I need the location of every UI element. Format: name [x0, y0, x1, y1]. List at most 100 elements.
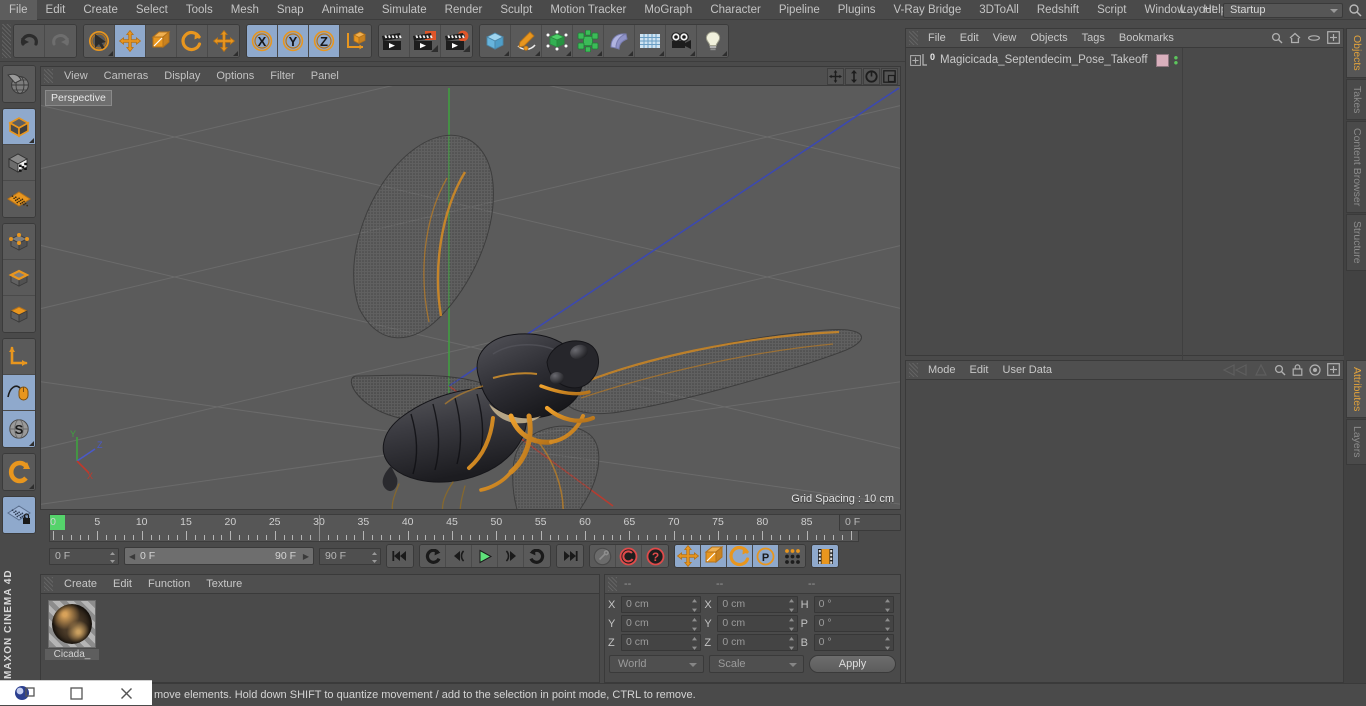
rotate-tool[interactable] [177, 24, 208, 57]
previous-keyframe-button[interactable] [420, 545, 446, 567]
material-menu-edit[interactable]: Edit [105, 575, 140, 594]
right-tab-objects[interactable]: Objects [1346, 28, 1366, 78]
object-menu-view[interactable]: View [986, 29, 1024, 48]
add-light-button[interactable] [697, 24, 728, 57]
world-object-coordinates[interactable] [340, 24, 371, 57]
attributes-menu-user-data[interactable]: User Data [996, 361, 1060, 380]
search-icon[interactable] [1274, 364, 1286, 376]
right-nav-icon[interactable] [1254, 363, 1268, 376]
autokeying-button[interactable] [616, 545, 642, 567]
search-icon[interactable] [1271, 32, 1283, 44]
viewport-menu-filter[interactable]: Filter [262, 67, 302, 86]
menu-item-pipeline[interactable]: Pipeline [770, 0, 829, 20]
menu-item-snap[interactable]: Snap [268, 0, 313, 20]
viewport-solo-button[interactable] [3, 375, 35, 411]
add-scene-object-button[interactable] [604, 24, 635, 57]
menu-item-create[interactable]: Create [74, 0, 127, 20]
close-icon[interactable] [101, 681, 152, 706]
object-menu-file[interactable]: File [921, 29, 953, 48]
menu-item-simulate[interactable]: Simulate [373, 0, 436, 20]
app-icon[interactable] [0, 681, 51, 706]
menu-item-tools[interactable]: Tools [177, 0, 222, 20]
menu-item-3dtoall[interactable]: 3DToAll [970, 0, 1028, 20]
right-tab-takes[interactable]: Takes [1346, 78, 1366, 121]
undo-view-button[interactable] [3, 454, 35, 490]
slider-right-arrow-icon[interactable]: ▶ [303, 552, 309, 561]
minimize-icon[interactable] [51, 681, 102, 706]
spinner-icon[interactable] [788, 599, 794, 612]
object-manager-grip[interactable] [909, 31, 918, 45]
live-selection-tool[interactable] [84, 24, 115, 57]
add-deformer-button[interactable] [573, 24, 604, 57]
add-camera-button[interactable] [666, 24, 697, 57]
viewport-rotate-button[interactable] [863, 68, 880, 85]
spinner-icon[interactable] [788, 637, 794, 650]
enable-axis-button[interactable] [3, 339, 35, 375]
spinner-icon[interactable] [110, 551, 115, 563]
viewport-menu-display[interactable]: Display [156, 67, 208, 86]
material-menu-texture[interactable]: Texture [198, 575, 250, 594]
coord-field-position-2[interactable]: 0 cm [621, 634, 702, 651]
spinner-icon[interactable] [788, 618, 794, 631]
coord-field-size-1[interactable]: 0 cm [717, 615, 798, 632]
max-frame-field[interactable]: 90 F [319, 547, 381, 565]
search-icon[interactable] [1348, 3, 1362, 17]
undo-button[interactable] [14, 24, 45, 57]
menu-item-render[interactable]: Render [436, 0, 492, 20]
position-key-toggle[interactable] [675, 545, 701, 567]
keyframe-selection-button[interactable]: ? [642, 545, 668, 567]
coord-field-position-0[interactable]: 0 cm [621, 596, 702, 613]
model-mode-button[interactable] [3, 109, 35, 145]
coordinates-grip[interactable] [608, 577, 617, 591]
render-to-picture-viewer-button[interactable] [410, 24, 441, 57]
object-menu-edit[interactable]: Edit [953, 29, 986, 48]
texture-tag-icon[interactable] [1155, 53, 1169, 67]
free-move-tool[interactable] [208, 24, 239, 57]
rotation-key-toggle[interactable] [727, 545, 753, 567]
timeline-range-slider[interactable]: ◀ 0 F 90 F ▶ [124, 547, 314, 565]
menu-item-sculpt[interactable]: Sculpt [491, 0, 541, 20]
object-row[interactable]: 0 Magicicada_Septendecim_Pose_Takeoff • • [906, 51, 1343, 69]
right-tab-structure[interactable]: Structure [1346, 214, 1366, 271]
lock-y-axis[interactable]: Y [278, 24, 309, 57]
viewport-pan-button[interactable] [827, 68, 844, 85]
viewport-menu-view[interactable]: View [56, 67, 96, 86]
polygons-mode-button[interactable] [3, 296, 35, 332]
menu-item-plugins[interactable]: Plugins [829, 0, 885, 20]
add-environment-button[interactable] [635, 24, 666, 57]
next-frame-button[interactable] [498, 545, 524, 567]
viewport-maximize-button[interactable] [881, 68, 898, 85]
scale-tool[interactable] [146, 24, 177, 57]
menu-item-animate[interactable]: Animate [313, 0, 373, 20]
coord-field-size-2[interactable]: 0 cm [717, 634, 798, 651]
lock-workplane-button[interactable] [3, 497, 35, 533]
apply-button[interactable]: Apply [809, 655, 896, 673]
home-icon[interactable] [1289, 32, 1301, 44]
material-menu-function[interactable]: Function [140, 575, 198, 594]
spinner-icon[interactable] [884, 637, 890, 650]
coord-field-size-0[interactable]: 0 cm [717, 596, 798, 613]
viewport-zoom-button[interactable] [845, 68, 862, 85]
menu-item-mesh[interactable]: Mesh [222, 0, 268, 20]
left-nav-icon[interactable] [1222, 363, 1248, 376]
go-to-start-button[interactable] [387, 545, 413, 567]
menu-item-file[interactable]: File [0, 0, 37, 20]
menu-item-motion-tracker[interactable]: Motion Tracker [541, 0, 635, 20]
previous-frame-button[interactable] [446, 545, 472, 567]
coord-field-rotation-0[interactable]: 0 ° [813, 596, 894, 613]
menu-item-v-ray-bridge[interactable]: V-Ray Bridge [884, 0, 970, 20]
coord-field-position-1[interactable]: 0 cm [621, 615, 702, 632]
add-cube-button[interactable] [480, 24, 511, 57]
right-tab-attributes[interactable]: Attributes [1346, 360, 1366, 419]
lock-z-axis[interactable]: Z [309, 24, 340, 57]
record-active-objects-button[interactable] [590, 545, 616, 567]
points-mode-button[interactable] [3, 224, 35, 260]
object-menu-objects[interactable]: Objects [1023, 29, 1074, 48]
material-item[interactable]: Cicada_ [45, 600, 99, 660]
expand-icon[interactable] [1327, 31, 1340, 44]
move-tool[interactable] [115, 24, 146, 57]
layout-dropdown[interactable]: Startup [1223, 2, 1343, 18]
coord-field-rotation-1[interactable]: 0 ° [813, 615, 894, 632]
coord-field-rotation-2[interactable]: 0 ° [813, 634, 894, 651]
menu-item-edit[interactable]: Edit [37, 0, 75, 20]
